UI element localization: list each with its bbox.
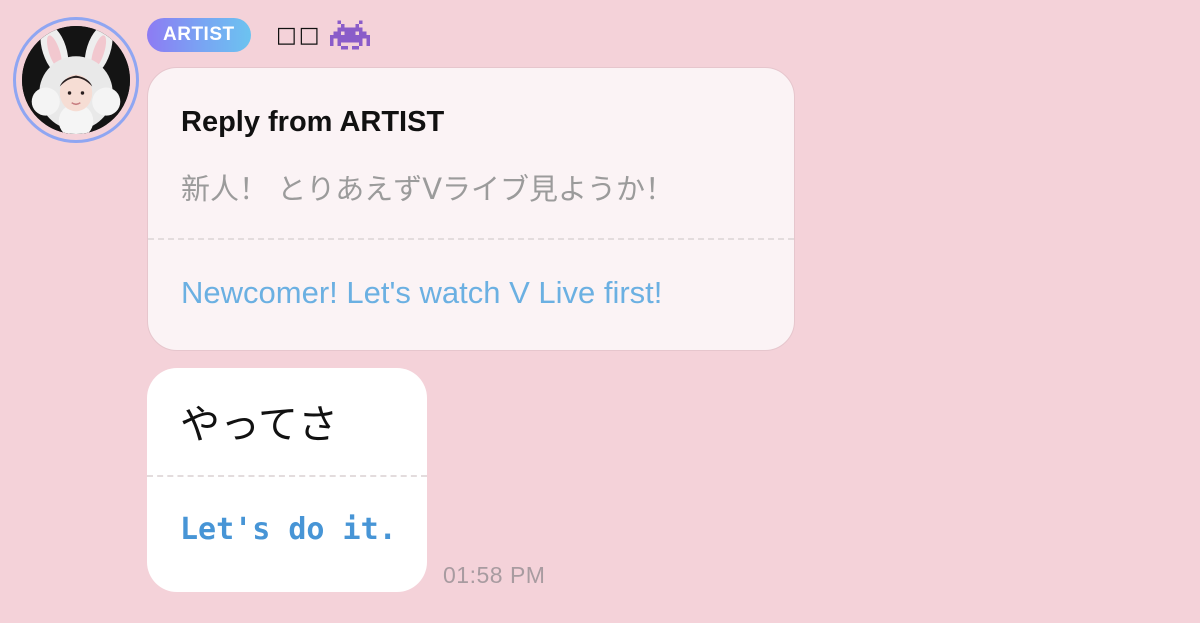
message-original-text: やってさ bbox=[180, 402, 338, 448]
reply-card[interactable]: Reply from ARTIST 新人！ とりあえずVライブ見ようか！ New… bbox=[147, 67, 795, 351]
message-divider bbox=[147, 475, 427, 477]
avatar[interactable] bbox=[13, 17, 139, 143]
artist-badge: ARTIST bbox=[147, 18, 251, 52]
sender-name-text: □□ bbox=[276, 22, 322, 48]
reply-original-text: 新人！ とりあえずVライブ見ようか！ bbox=[181, 172, 675, 206]
reply-divider bbox=[148, 238, 794, 240]
avatar-photo bbox=[22, 26, 130, 134]
alien-monster-icon bbox=[329, 19, 370, 51]
message-timestamp: 01:58 PM bbox=[443, 562, 546, 588]
reply-title: Reply from ARTIST bbox=[181, 106, 445, 138]
message-bubble[interactable]: やってさ Let's do it. bbox=[147, 368, 427, 592]
sender-name: □□ bbox=[276, 18, 370, 52]
reply-translated-text: Newcomer! Let's watch V Live first! bbox=[181, 275, 663, 310]
message-translated-text: Let's do it. bbox=[180, 512, 397, 547]
